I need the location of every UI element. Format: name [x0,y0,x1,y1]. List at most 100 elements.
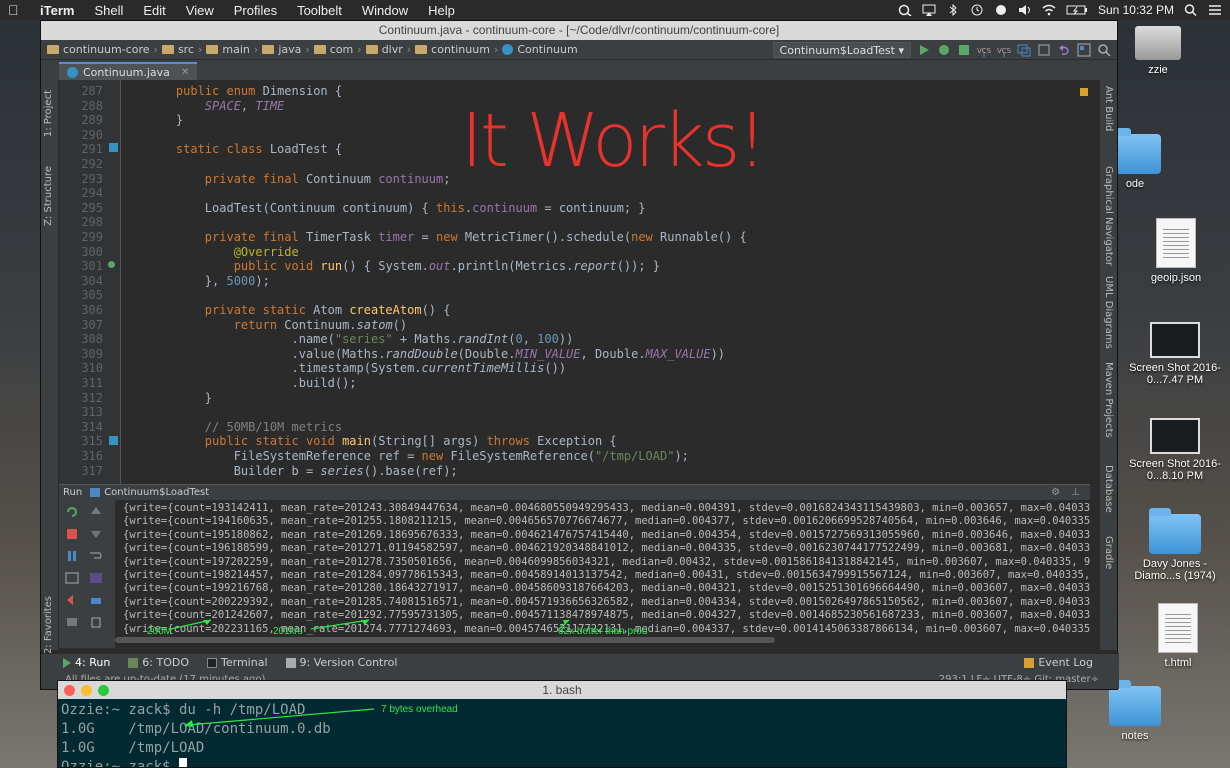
desktop-file-thtml[interactable]: t.html [1123,603,1230,669]
tool-tab-project[interactable]: 1: Project [43,90,54,137]
console-horizontal-scrollbar[interactable] [115,637,775,643]
main-gutter-icon[interactable] [109,436,118,445]
dump-threads-icon[interactable] [65,572,79,584]
override-gutter-icon[interactable] [107,260,116,269]
history-icon[interactable] [1037,43,1051,57]
menu-profiles[interactable]: Profiles [224,3,287,18]
run-configuration-select[interactable]: Continuum$LoadTest ▾ [772,41,911,58]
menu-view[interactable]: View [176,3,224,18]
project-structure-icon[interactable] [1077,43,1091,57]
menubar-clock[interactable]: Sun 10:32 PM [1098,3,1174,17]
exit-icon[interactable] [65,594,79,606]
breadcrumb-continuum[interactable]: continuum › [415,43,498,56]
desktop-screenshot-2[interactable]: Screen Shot 2016-0...8.10 PM [1120,418,1230,482]
code-line[interactable]: 306 private static Atom createAtom() { [59,303,1090,318]
code-line[interactable]: 308 .name("series" + Maths.randInt(0, 10… [59,332,1090,347]
scroll-down-icon[interactable] [89,528,103,540]
breadcrumb-src[interactable]: src › [161,43,202,56]
desktop-disk[interactable]: zzie [1103,26,1213,76]
spotlight-search-icon[interactable] [1184,4,1198,17]
breadcrumb-main[interactable]: main › [206,43,258,56]
tool-tab-maven-projects[interactable]: Maven Projects [1103,362,1114,438]
code-line[interactable]: 316 FileSystemReference ref = new FileSy… [59,449,1090,464]
class-gutter-icon[interactable] [109,143,118,152]
tool-tab-event-log[interactable]: Event Log [1024,656,1093,669]
code-line[interactable]: 315 public static void main(String[] arg… [59,434,1090,449]
breadcrumb-dlvr[interactable]: dlvr › [365,43,411,56]
code-line[interactable]: 312 } [59,391,1090,406]
code-line[interactable]: 300 @Override [59,245,1090,260]
iterm-window[interactable]: 1. bash Ozzie:~ zack$ du -h /tmp/LOAD 1.… [57,680,1067,768]
menu-app-name[interactable]: iTerm [30,3,84,18]
code-line[interactable]: 310 .timestamp(System.currentTimeMillis(… [59,361,1090,376]
minimize-window-button[interactable] [81,685,92,696]
run-panel-tab[interactable]: Continuum$LoadTest [90,487,209,498]
tool-tab-database[interactable]: Database [1103,465,1114,513]
code-editor[interactable]: 287 public enum Dimension {288 SPACE, TI… [59,80,1090,484]
settings-icon[interactable] [65,616,79,628]
code-line[interactable]: 307 return Continuum.satom() [59,318,1090,333]
scroll-up-icon[interactable] [89,506,103,518]
desktop-folder-davy-jones[interactable]: Davy Jones - Diamo...s (1974) [1120,508,1230,582]
zoom-window-button[interactable] [98,685,109,696]
code-line[interactable]: 311 .build(); [59,376,1090,391]
desktop-folder-notes[interactable]: notes [1080,680,1190,742]
tool-tab-graphical-navigator[interactable]: Graphical Navigator [1103,166,1114,266]
pause-icon[interactable] [65,550,79,562]
code-line[interactable]: 305 [59,288,1090,303]
menu-edit[interactable]: Edit [133,3,175,18]
revert-icon[interactable] [1057,43,1071,57]
code-line[interactable]: 295 LoadTest(Continuum continuum) { this… [59,201,1090,216]
code-line[interactable]: 298 [59,215,1090,230]
menu-shell[interactable]: Shell [84,3,133,18]
breadcrumb-com[interactable]: com › [313,43,362,56]
print-icon[interactable] [89,594,103,606]
spotlight-helper-icon[interactable] [898,4,912,17]
code-line[interactable]: 301 public void run() { System.out.print… [59,259,1090,274]
desktop-file-geoip[interactable]: geoip.json [1121,218,1230,284]
volume-icon[interactable] [1018,4,1032,16]
time-machine-icon[interactable] [970,4,984,16]
soft-wrap-icon[interactable] [89,550,103,562]
notification-center-icon[interactable] [1208,4,1222,16]
run-panel-settings[interactable]: ⚙ ⊥ [1051,487,1084,498]
vcs-update-icon[interactable]: VCS [977,43,992,57]
wifi-icon[interactable] [1042,4,1056,16]
editor-tab-continuum-java[interactable]: Continuum.java ✕ [59,62,198,80]
compare-icon[interactable] [1017,43,1031,57]
breadcrumb-module[interactable]: continuum-core › [47,43,158,56]
menu-window[interactable]: Window [352,3,418,18]
tool-tab-uml-diagrams[interactable]: UML Diagrams [1103,276,1114,349]
code-line[interactable]: 294 [59,186,1090,201]
vcs-commit-icon[interactable]: VCS [997,43,1012,57]
code-line[interactable]: 304 }, 5000); [59,274,1090,289]
tool-tab-favorites[interactable]: 2: Favorites [43,596,54,654]
code-line[interactable]: 299 private final TimerTask timer = new … [59,230,1090,245]
tool-tab-todo[interactable]: 6: TODO [128,656,189,669]
code-line[interactable]: 317 Builder b = series().base(ref); [59,464,1090,479]
tool-tab-ant-build[interactable]: Ant Build [1103,86,1114,131]
tool-tab-gradle[interactable]: Gradle [1103,536,1114,569]
breadcrumb-java[interactable]: java › [262,43,310,56]
coverage-icon[interactable] [957,43,971,57]
menu-help[interactable]: Help [418,3,465,18]
clear-all-icon[interactable] [89,616,103,628]
tool-tab-terminal[interactable]: Terminal [207,656,268,669]
code-line[interactable]: 309 .value(Maths.randDouble(Double.MIN_V… [59,347,1090,362]
desktop-screenshot-1[interactable]: Screen Shot 2016-0...7.47 PM [1120,322,1230,386]
battery-icon[interactable] [1066,4,1088,16]
code-line[interactable]: 313 [59,405,1090,420]
breadcrumb-class[interactable]: Continuum [502,43,578,56]
apple-icon[interactable]:  [8,2,30,18]
code-line[interactable]: 287 public enum Dimension { [59,84,1090,99]
tool-tab-version-control[interactable]: 9: Version Control [285,656,397,669]
scroll-to-end-icon[interactable] [89,572,103,584]
tool-tab-run[interactable]: 4: Run [63,656,110,669]
run-icon[interactable] [917,43,931,57]
terminal-prompt-line[interactable]: Ozzie:~ zack$ [61,758,188,767]
code-line[interactable]: 314 // 50MB/10M metrics [59,420,1090,435]
editor-warning-marker[interactable] [1080,88,1088,96]
airplay-icon[interactable] [922,4,936,16]
tool-tab-structure[interactable]: Z: Structure [43,166,54,226]
bluetooth-icon[interactable] [946,3,960,17]
